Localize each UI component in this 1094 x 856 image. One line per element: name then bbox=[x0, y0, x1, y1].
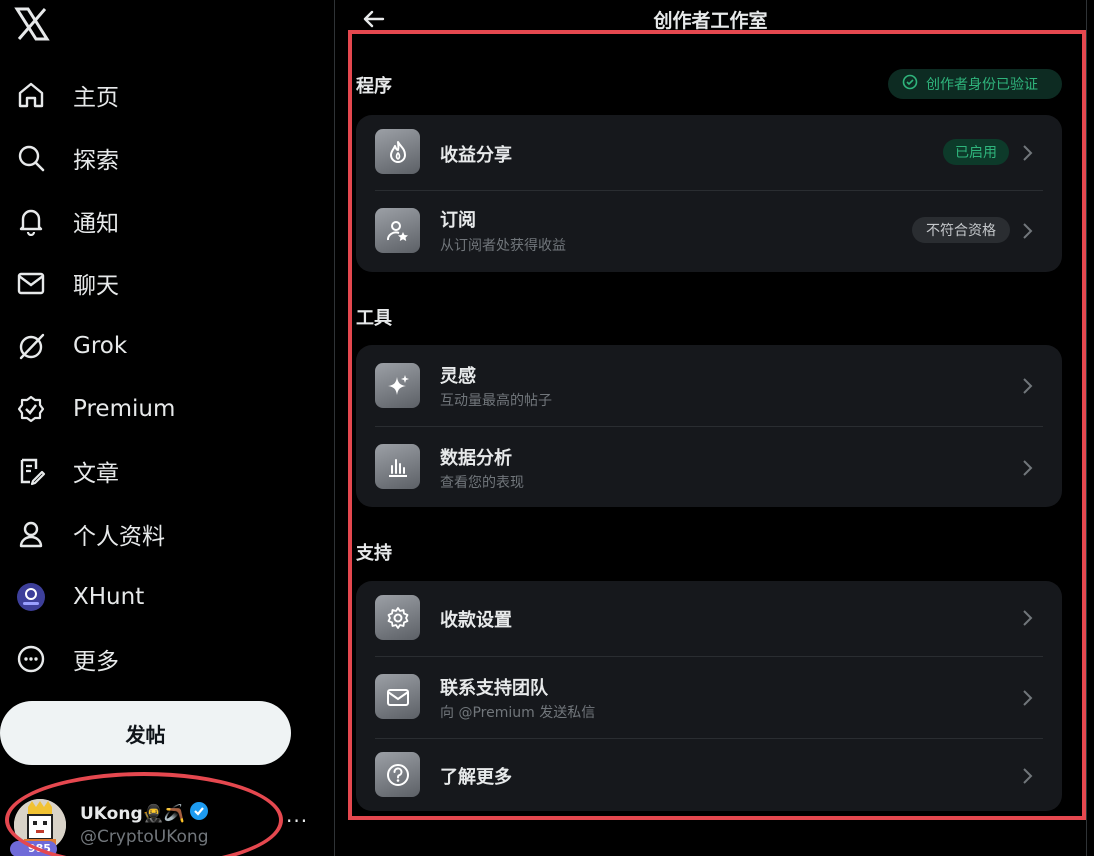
list-item-contact-support[interactable]: 联系支持团队 向 @Premium 发送私信 bbox=[356, 656, 1062, 739]
nav-premium-label: Premium bbox=[73, 396, 176, 422]
envelope-icon bbox=[375, 674, 420, 719]
row-subtitle: 向 @Premium 发送私信 bbox=[440, 705, 596, 721]
nav-articles[interactable]: 文章 bbox=[14, 446, 119, 496]
nav-xhunt[interactable]: XHunt bbox=[14, 572, 144, 622]
nav-grok[interactable]: Grok bbox=[14, 321, 127, 371]
right-divider bbox=[1086, 0, 1087, 856]
xhunt-icon bbox=[14, 580, 48, 614]
gear-icon bbox=[375, 595, 420, 640]
row-title: 了解更多 bbox=[440, 767, 512, 788]
row-title: 订阅 bbox=[440, 210, 476, 231]
creator-verified-text: 创作者身份已验证 bbox=[926, 77, 1038, 93]
row-title: 联系支持团队 bbox=[440, 678, 548, 699]
nav-chat[interactable]: 聊天 bbox=[14, 258, 119, 308]
follower-badge: 985 bbox=[10, 841, 57, 856]
verified-badge-icon bbox=[189, 801, 209, 826]
post-button[interactable]: 发帖 bbox=[0, 701, 291, 765]
account-name: UKong🥷🪃 bbox=[80, 801, 209, 826]
account-handle: @CryptoUKong bbox=[80, 827, 209, 847]
row-subtitle: 互动量最高的帖子 bbox=[440, 393, 552, 409]
search-icon bbox=[14, 141, 48, 175]
premium-badge-icon bbox=[14, 392, 48, 426]
tools-card: 灵感 互动量最高的帖子 数据分析 查看您的表现 bbox=[356, 345, 1062, 507]
home-icon bbox=[14, 78, 48, 112]
article-icon bbox=[14, 454, 48, 488]
status-badge-enabled: 已启用 bbox=[943, 139, 1009, 165]
user-star-icon bbox=[375, 208, 420, 253]
chevron-right-icon bbox=[1020, 766, 1034, 786]
flame-icon bbox=[375, 129, 420, 174]
chevron-right-icon bbox=[1020, 688, 1034, 708]
row-title: 数据分析 bbox=[440, 448, 512, 469]
nav-chat-label: 聊天 bbox=[73, 273, 119, 299]
section-programs-label: 程序 bbox=[356, 76, 392, 97]
row-title: 收益分享 bbox=[440, 145, 512, 166]
section-support-label: 支持 bbox=[356, 543, 392, 564]
account-switcher[interactable]: 985 UKong🥷🪃 @CryptoUKong ··· bbox=[10, 795, 314, 856]
mail-icon bbox=[14, 266, 48, 300]
list-item-inspiration[interactable]: 灵感 互动量最高的帖子 bbox=[356, 345, 1062, 427]
nav-profile-label: 个人资料 bbox=[73, 524, 165, 550]
check-circle-icon bbox=[902, 74, 918, 94]
nav-articles-label: 文章 bbox=[73, 461, 119, 487]
chevron-right-icon bbox=[1020, 608, 1034, 628]
x-logo[interactable] bbox=[14, 6, 50, 42]
row-subtitle: 查看您的表现 bbox=[440, 475, 524, 491]
chevron-right-icon bbox=[1020, 143, 1034, 163]
list-item-subscriptions[interactable]: 订阅 从订阅者处获得收益 不符合资格 bbox=[356, 191, 1062, 272]
list-item-revenue-sharing[interactable]: 收益分享 已启用 bbox=[356, 115, 1062, 191]
nav-notifications[interactable]: 通知 bbox=[14, 196, 119, 246]
support-card: 收款设置 联系支持团队 向 @Premium 发送私信 了解更多 bbox=[356, 581, 1062, 811]
chevron-right-icon bbox=[1020, 458, 1034, 478]
list-item-payout-settings[interactable]: 收款设置 bbox=[356, 581, 1062, 657]
creator-verified-badge: 创作者身份已验证 bbox=[888, 69, 1062, 99]
nav-more-label: 更多 bbox=[73, 649, 119, 675]
list-item-analytics[interactable]: 数据分析 查看您的表现 bbox=[356, 426, 1062, 507]
left-sidebar: 主页 探索 通知 聊天 Grok Premium 文章 个人资料 XHunt 更… bbox=[0, 0, 334, 856]
section-tools-label: 工具 bbox=[356, 308, 392, 329]
nav-explore-label: 探索 bbox=[73, 148, 119, 174]
nav-explore[interactable]: 探索 bbox=[14, 133, 119, 183]
nav-more[interactable]: 更多 bbox=[14, 634, 119, 684]
grok-icon bbox=[14, 329, 48, 363]
row-subtitle: 从订阅者处获得收益 bbox=[440, 238, 566, 254]
account-more-button[interactable]: ··· bbox=[286, 809, 308, 833]
list-item-learn-more[interactable]: 了解更多 bbox=[356, 738, 1062, 811]
nav-xhunt-label: XHunt bbox=[73, 584, 145, 610]
question-icon bbox=[375, 752, 420, 797]
nav-home-label: 主页 bbox=[73, 85, 119, 111]
more-circle-icon bbox=[14, 642, 48, 676]
row-title: 灵感 bbox=[440, 366, 476, 387]
chevron-right-icon bbox=[1020, 376, 1034, 396]
status-badge-ineligible: 不符合资格 bbox=[912, 217, 1010, 243]
row-title: 收款设置 bbox=[440, 610, 512, 631]
bar-chart-icon bbox=[375, 444, 420, 489]
sidebar-divider bbox=[334, 0, 335, 856]
nav-notifications-label: 通知 bbox=[73, 211, 119, 237]
nav-premium[interactable]: Premium bbox=[14, 384, 175, 434]
chevron-right-icon bbox=[1020, 221, 1034, 241]
page-header: 创作者工作室 bbox=[335, 0, 1086, 34]
profile-icon bbox=[14, 517, 48, 551]
account-name-text: UKong🥷🪃 bbox=[80, 803, 185, 824]
page-title: 创作者工作室 bbox=[653, 10, 768, 32]
sparkle-icon bbox=[375, 363, 420, 408]
nav-home[interactable]: 主页 bbox=[14, 70, 119, 120]
nav-profile[interactable]: 个人资料 bbox=[14, 509, 165, 559]
nav-grok-label: Grok bbox=[73, 333, 128, 359]
programs-card: 收益分享 已启用 订阅 从订阅者处获得收益 不符合资格 bbox=[356, 115, 1062, 272]
bell-icon bbox=[14, 204, 48, 238]
